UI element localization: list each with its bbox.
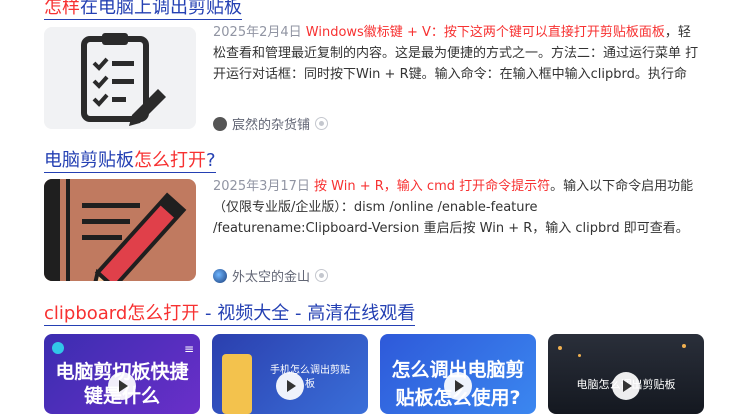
- play-icon[interactable]: [108, 372, 136, 400]
- result-1-date: 2025年2月4日: [213, 25, 302, 40]
- result-1-source[interactable]: 宸然的杂货铺: [213, 114, 329, 133]
- result-1-source-name: 宸然的杂货铺: [232, 118, 311, 133]
- source-avatar-icon: [213, 268, 227, 283]
- video-card-1[interactable]: ≡ 电脑剪切板快捷键是什么: [44, 334, 200, 414]
- result-1-title-link[interactable]: 怎样在电脑上调出剪贴板: [44, 0, 242, 20]
- decor-light-icon: [558, 346, 562, 350]
- result-2-date: 2025年3月17日: [213, 179, 310, 194]
- notebook-pencil-icon: [44, 179, 196, 281]
- result-1-snippet: 2025年2月4日 Windows徽标键 + V：按下这两个键可以直接打开剪贴板…: [213, 22, 701, 85]
- menu-icon: ≡: [183, 342, 194, 356]
- phone-illustration-icon: [222, 354, 252, 414]
- result-2-title-link[interactable]: 电脑剪贴板怎么打开?: [44, 150, 216, 173]
- video-card-2[interactable]: 手机怎么调出剪贴板: [212, 334, 368, 414]
- decor-dot-icon: [52, 342, 64, 354]
- verified-badge-icon: [315, 117, 329, 130]
- result-2-title-pre: 电脑剪贴板: [44, 150, 134, 171]
- play-icon[interactable]: [276, 372, 304, 400]
- decor-light-icon: [578, 354, 581, 357]
- result-2-snippet-highlight: 按 Win + R，输入 cmd 打开命令提示符: [314, 179, 551, 194]
- result-1-title-text: 在电脑上调出剪贴板: [80, 0, 242, 18]
- clipboard-checklist-icon: [44, 27, 196, 129]
- result-2-title-highlight: 怎么打开: [134, 150, 206, 171]
- video-card-3[interactable]: 怎么调出电脑剪贴板怎么使用?: [380, 334, 536, 414]
- verified-badge-icon: [315, 269, 329, 282]
- play-icon[interactable]: [444, 372, 472, 400]
- result-2-thumbnail[interactable]: [44, 179, 196, 281]
- result-1-title-highlight: 怎样: [44, 0, 80, 18]
- result-2-source[interactable]: 外太空的金山: [213, 266, 329, 285]
- decor-light-icon: [682, 344, 686, 348]
- result-2-source-name: 外太空的金山: [232, 270, 311, 285]
- source-avatar-icon: [213, 116, 227, 131]
- video-section-title-link[interactable]: clipboard怎么打开 - 视频大全 - 高清在线观看: [44, 303, 416, 326]
- result-1-thumbnail[interactable]: [44, 27, 196, 129]
- result-2-title-post: ?: [206, 150, 216, 171]
- video-card-4[interactable]: 电脑怎么调出剪贴板: [548, 334, 704, 414]
- result-2-snippet: 2025年3月17日 按 Win + R，输入 cmd 打开命令提示符。输入以下…: [213, 176, 701, 239]
- video-section-title-highlight: clipboard怎么打开: [44, 303, 200, 324]
- video-section-title-text: - 视频大全 - 高清在线观看: [199, 303, 416, 324]
- result-1-snippet-highlight: Windows徽标键 + V：按下这两个键可以直接打开剪贴板面板: [305, 25, 665, 40]
- play-icon[interactable]: [612, 372, 640, 400]
- video-card-2-caption: 手机怎么调出剪贴板: [270, 365, 350, 390]
